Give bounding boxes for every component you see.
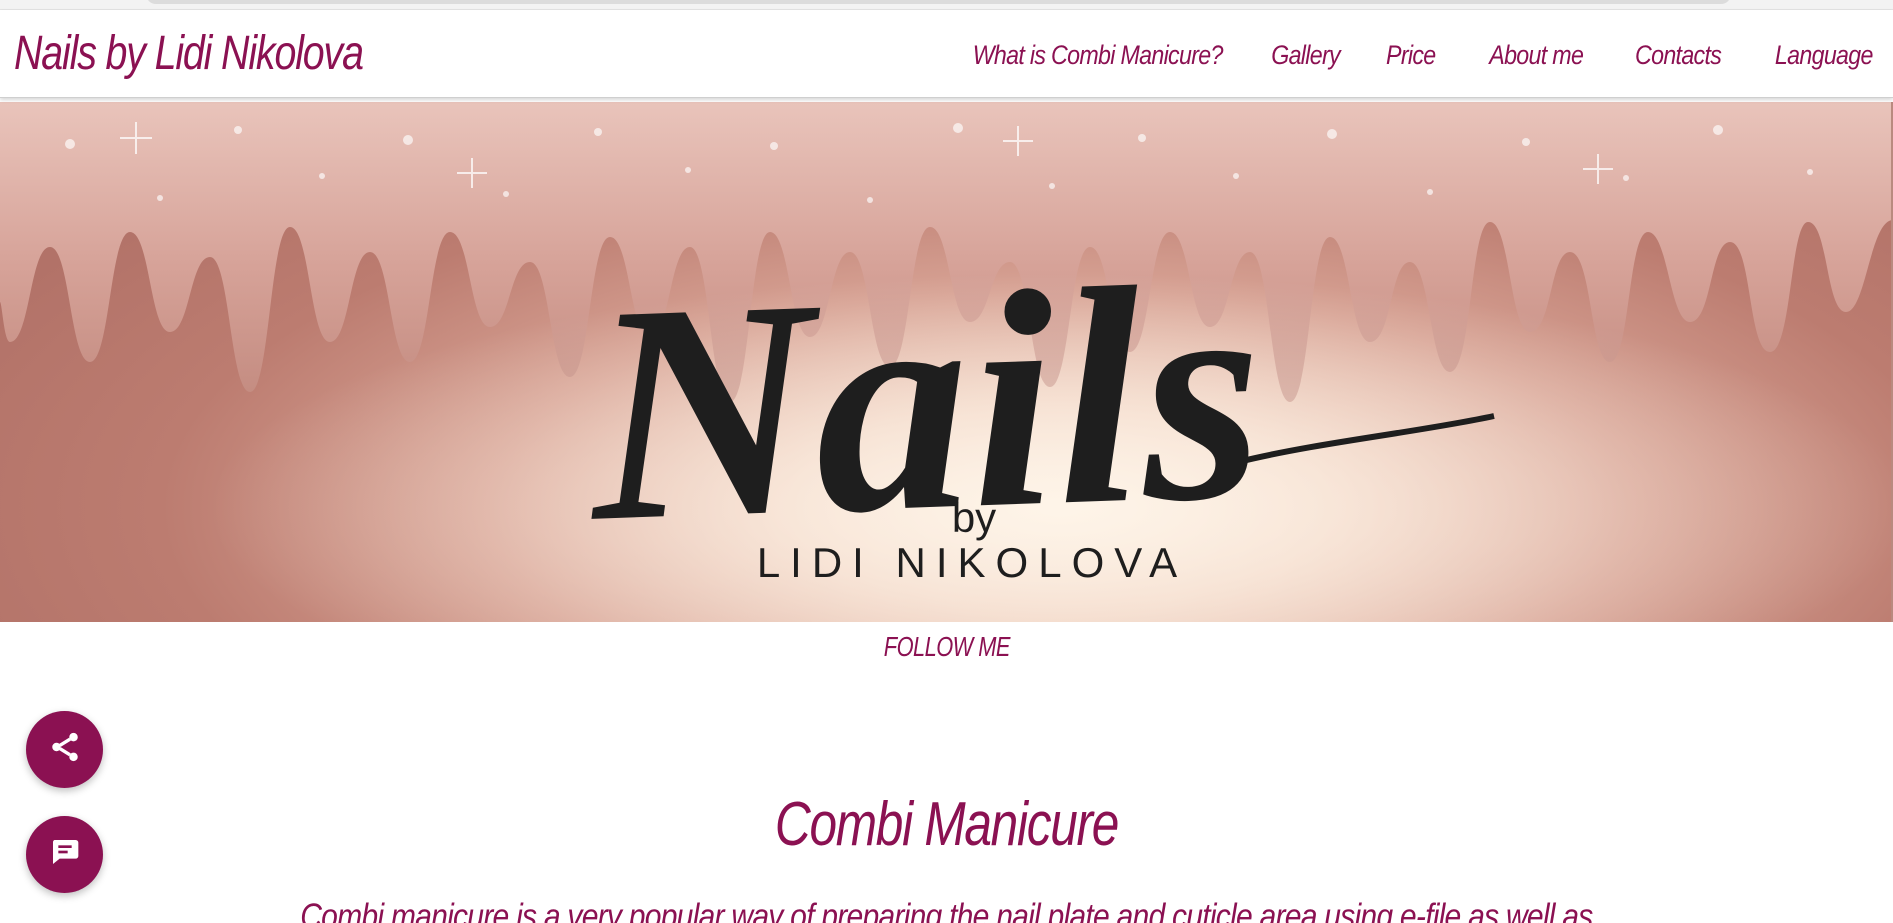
section-title: Combi Manicure	[0, 789, 1893, 861]
nav-item-language[interactable]: Language	[1775, 38, 1873, 72]
browser-top-strip	[0, 0, 1893, 10]
share-icon	[48, 730, 82, 769]
nav-item-contacts[interactable]: Contacts	[1635, 38, 1722, 72]
section-intro-text: Combi manicure is a very popular way of …	[300, 897, 1593, 923]
chat-icon	[49, 836, 81, 873]
hero-banner: Nails by LIDI NIKOLOVA	[0, 102, 1893, 622]
follow-me-label[interactable]: FOLLOW ME	[0, 628, 1893, 666]
section-title-text: Combi Manicure	[774, 790, 1119, 859]
nav-item-gallery[interactable]: Gallery	[1272, 38, 1341, 72]
nav-item-price[interactable]: Price	[1386, 38, 1436, 72]
nav-item-combi-manicure[interactable]: What is Combi Manicure?	[972, 38, 1223, 72]
chat-button[interactable]	[26, 816, 103, 893]
share-button[interactable]	[26, 711, 103, 788]
navbar: Nails by Lidi Nikolova What is Combi Man…	[0, 10, 1893, 98]
logo-name-text: LIDI NIKOLOVA	[757, 539, 1187, 586]
brand-logo-text[interactable]: Nails by Lidi Nikolova	[14, 26, 364, 82]
hero-logo-artwork: Nails by LIDI NIKOLOVA	[0, 102, 1893, 622]
page: Nails by Lidi Nikolova What is Combi Man…	[0, 0, 1893, 923]
section-intro: Combi manicure is a very popular way of …	[0, 895, 1893, 923]
nav-links: What is Combi Manicure? Gallery Price Ab…	[894, 38, 1873, 72]
logo-by-text: by	[952, 494, 996, 541]
logo-script-text: Nails	[580, 220, 1268, 586]
follow-me-text: FOLLOW ME	[883, 631, 1010, 662]
top-strip-shape	[146, 0, 1731, 4]
nav-item-about-me[interactable]: About me	[1489, 38, 1584, 72]
